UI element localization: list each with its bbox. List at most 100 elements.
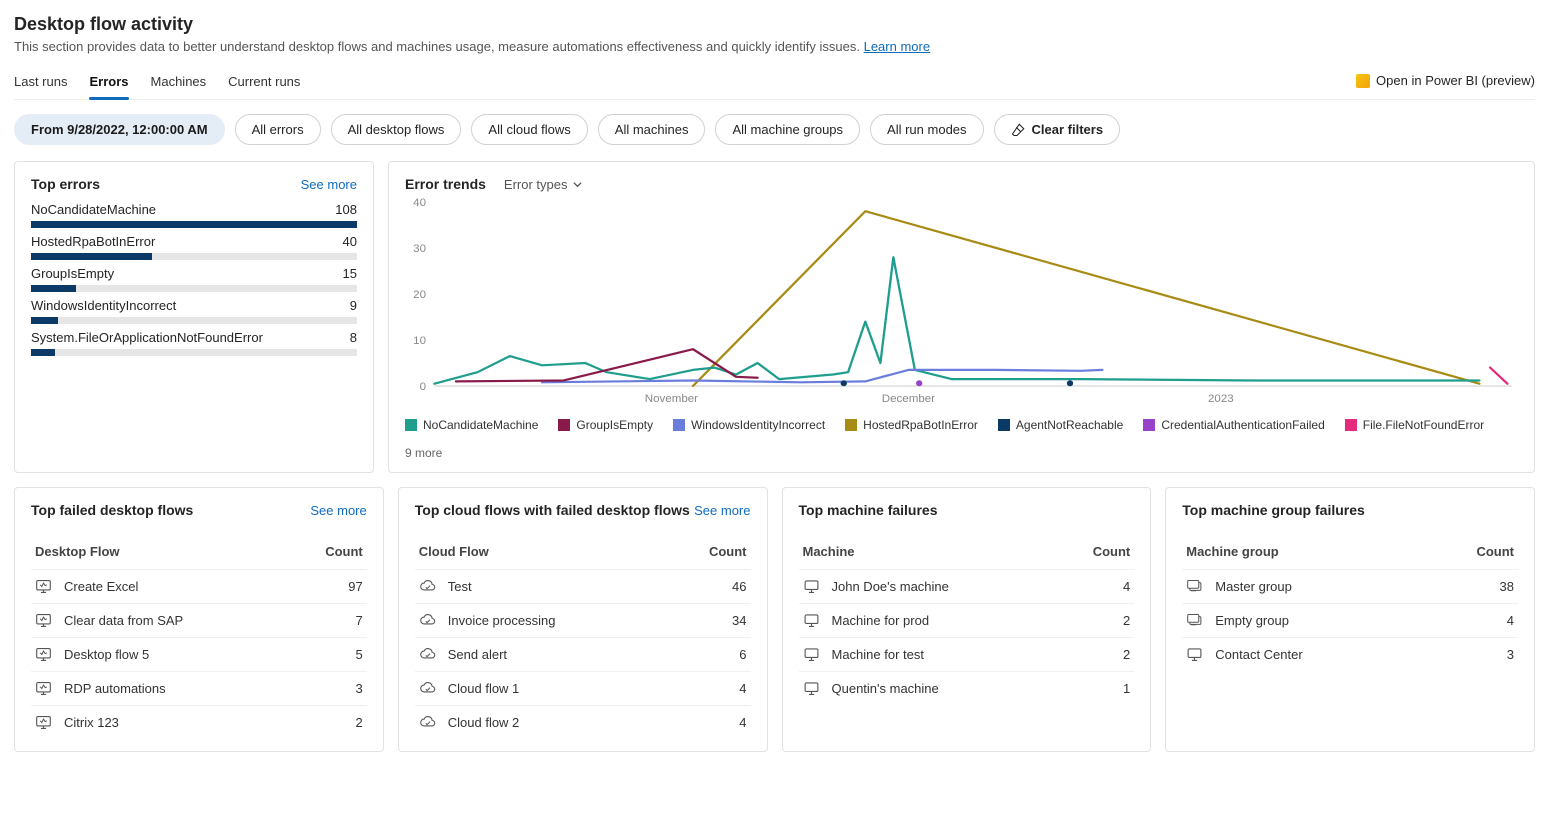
filter-pill-all-desktop-flows[interactable]: All desktop flows xyxy=(331,114,462,145)
top-error-bar xyxy=(31,349,357,356)
row-name: Cloud flow 2 xyxy=(448,715,520,730)
error-types-dropdown[interactable]: Error types xyxy=(504,177,583,192)
monitor-group-icon xyxy=(1186,578,1203,595)
table-row[interactable]: Empty group 4 xyxy=(1182,603,1518,637)
error-trends-title: Error trends xyxy=(405,176,486,192)
eraser-icon xyxy=(1011,122,1026,137)
group-failures-col1: Machine group xyxy=(1186,544,1278,559)
top-errors-title: Top errors xyxy=(31,176,100,192)
legend-item[interactable]: HostedRpaBotInError xyxy=(845,418,978,432)
monitor-group-icon xyxy=(1186,612,1203,629)
row-count: 38 xyxy=(1500,579,1514,594)
machine-failures-col1: Machine xyxy=(803,544,855,559)
legend-swatch xyxy=(673,419,685,431)
top-error-count: 15 xyxy=(343,266,357,281)
filter-pill-all-run-modes[interactable]: All run modes xyxy=(870,114,983,145)
filter-pill-all-machine-groups[interactable]: All machine groups xyxy=(715,114,860,145)
table-row[interactable]: Contact Center 3 xyxy=(1182,637,1518,671)
table-row[interactable]: Cloud flow 2 4 xyxy=(415,705,751,739)
desktop-flow-icon xyxy=(35,714,52,731)
failed-desktop-see-more[interactable]: See more xyxy=(310,503,366,518)
filter-date-pill[interactable]: From 9/28/2022, 12:00:00 AM xyxy=(14,114,225,145)
error-trends-legend: NoCandidateMachine GroupIsEmpty WindowsIde… xyxy=(405,418,1518,460)
row-count: 2 xyxy=(1123,613,1130,628)
legend-label: NoCandidateMachine xyxy=(423,418,538,432)
legend-item[interactable]: NoCandidateMachine xyxy=(405,418,538,432)
table-row[interactable]: Invoice processing 34 xyxy=(415,603,751,637)
tab-current-runs[interactable]: Current runs xyxy=(228,68,300,99)
table-row[interactable]: Master group 38 xyxy=(1182,569,1518,603)
svg-text:30: 30 xyxy=(413,243,426,255)
legend-swatch xyxy=(405,419,417,431)
row-name: RDP automations xyxy=(64,681,166,696)
row-name: Quentin's machine xyxy=(832,681,939,696)
row-count: 4 xyxy=(739,715,746,730)
legend-more-link[interactable]: 9 more xyxy=(405,446,442,460)
tab-last-runs[interactable]: Last runs xyxy=(14,68,67,99)
table-row[interactable]: Test 46 xyxy=(415,569,751,603)
row-name: Empty group xyxy=(1215,613,1289,628)
top-bar: Last runs Errors Machines Current runs Open… xyxy=(14,68,1535,100)
legend-swatch xyxy=(558,419,570,431)
legend-item[interactable]: AgentNotReachable xyxy=(998,418,1123,432)
monitor-icon xyxy=(803,612,820,629)
top-error-bar xyxy=(31,221,357,228)
filter-pill-all-machines[interactable]: All machines xyxy=(598,114,706,145)
failed-cloud-see-more[interactable]: See more xyxy=(694,503,750,518)
table-row[interactable]: Machine for prod 2 xyxy=(799,603,1135,637)
page-title: Desktop flow activity xyxy=(14,14,1535,35)
table-row[interactable]: Citrix 123 2 xyxy=(31,705,367,739)
learn-more-link[interactable]: Learn more xyxy=(864,39,930,54)
top-error-count: 9 xyxy=(350,298,357,313)
legend-item[interactable]: WindowsIdentityIncorrect xyxy=(673,418,825,432)
row-count: 7 xyxy=(356,613,363,628)
machine-failures-title: Top machine failures xyxy=(799,502,938,518)
clear-filters-label: Clear filters xyxy=(1032,122,1104,137)
table-row[interactable]: Create Excel 97 xyxy=(31,569,367,603)
top-error-row[interactable]: GroupIsEmpty 15 xyxy=(31,266,357,292)
row-name: Machine for test xyxy=(832,647,925,662)
legend-item[interactable]: CredentialAuthenticationFailed xyxy=(1143,418,1324,432)
top-error-row[interactable]: System.FileOrApplicationNotFoundError 8 xyxy=(31,330,357,356)
tab-errors[interactable]: Errors xyxy=(89,68,128,99)
top-error-row[interactable]: HostedRpaBotInError 40 xyxy=(31,234,357,260)
legend-item[interactable]: File.FileNotFoundError xyxy=(1345,418,1484,432)
legend-label: File.FileNotFoundError xyxy=(1363,418,1484,432)
failed-desktop-col2: Count xyxy=(325,544,363,559)
table-row[interactable]: Cloud flow 1 4 xyxy=(415,671,751,705)
cloud-flow-icon xyxy=(419,680,436,697)
power-bi-icon xyxy=(1356,74,1370,88)
legend-swatch xyxy=(1143,419,1155,431)
svg-text:2023: 2023 xyxy=(1208,393,1234,405)
error-trends-chart: 010203040NovemberDecember2023 xyxy=(405,196,1518,406)
top-error-row[interactable]: NoCandidateMachine 108 xyxy=(31,202,357,228)
legend-label: AgentNotReachable xyxy=(1016,418,1123,432)
open-power-bi-button[interactable]: Open in Power BI (preview) xyxy=(1356,73,1535,94)
failed-cloud-col2: Count xyxy=(709,544,747,559)
row-name: Cloud flow 1 xyxy=(448,681,520,696)
filter-pill-all-errors[interactable]: All errors xyxy=(235,114,321,145)
desktop-flow-icon xyxy=(35,612,52,629)
table-row[interactable]: John Doe's machine 4 xyxy=(799,569,1135,603)
cloud-flow-icon xyxy=(419,714,436,731)
failed-desktop-card: Top failed desktop flowsSee moreDesktop … xyxy=(14,487,384,752)
table-row[interactable]: Clear data from SAP 7 xyxy=(31,603,367,637)
table-row[interactable]: Send alert 6 xyxy=(415,637,751,671)
table-row[interactable]: Machine for test 2 xyxy=(799,637,1135,671)
cloud-flow-icon xyxy=(419,646,436,663)
legend-item[interactable]: GroupIsEmpty xyxy=(558,418,653,432)
top-errors-see-more[interactable]: See more xyxy=(301,177,357,192)
table-row[interactable]: RDP automations 3 xyxy=(31,671,367,705)
clear-filters-button[interactable]: Clear filters xyxy=(994,114,1121,145)
legend-label: GroupIsEmpty xyxy=(576,418,653,432)
top-error-row[interactable]: WindowsIdentityIncorrect 9 xyxy=(31,298,357,324)
table-row[interactable]: Quentin's machine 1 xyxy=(799,671,1135,705)
row-name: Clear data from SAP xyxy=(64,613,183,628)
row-name: Send alert xyxy=(448,647,507,662)
monitor-icon xyxy=(803,646,820,663)
row-name: Invoice processing xyxy=(448,613,556,628)
table-row[interactable]: Desktop flow 5 5 xyxy=(31,637,367,671)
tab-machines[interactable]: Machines xyxy=(151,68,207,99)
svg-text:November: November xyxy=(645,393,698,405)
filter-pill-all-cloud-flows[interactable]: All cloud flows xyxy=(471,114,587,145)
